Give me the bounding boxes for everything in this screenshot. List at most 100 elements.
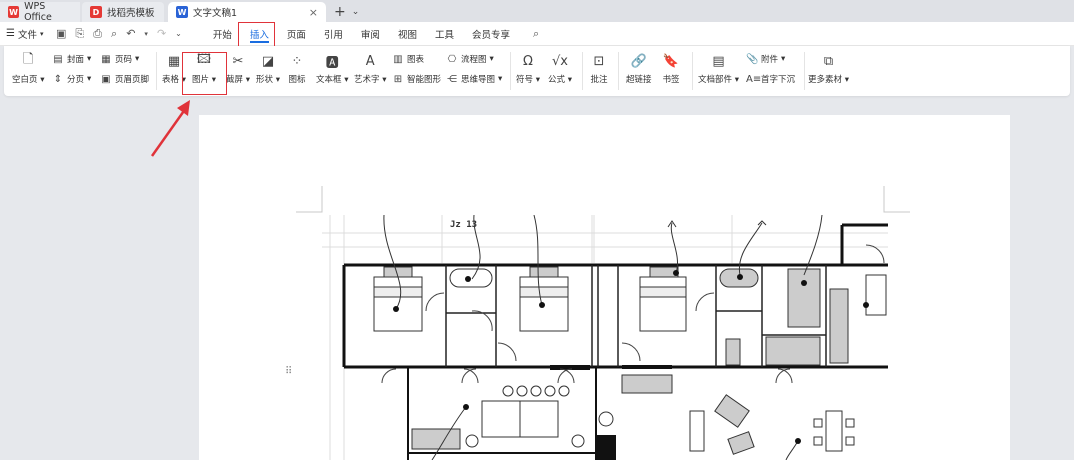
tab-references[interactable]: 引用 [315, 22, 352, 46]
page-number-label: 页码 [115, 55, 133, 65]
cover-icon: ▤ [53, 53, 63, 65]
flowchart-label: 流程图 [461, 55, 487, 65]
close-icon[interactable]: × [309, 6, 318, 19]
ribbon-separator [692, 52, 693, 90]
more-material-button[interactable]: ⧉ 更多素材 ▾ [808, 48, 849, 86]
ribbon-separator [582, 52, 583, 90]
tab-template-label: 找稻壳模板 [107, 8, 155, 19]
print-icon[interactable]: ⎙ [93, 27, 102, 41]
tab-document-label: 文字文稿1 [193, 8, 238, 19]
header-footer-button[interactable]: ▣ 页眉页脚 [100, 73, 150, 86]
blank-page-icon: 🗋 [23, 52, 34, 67]
chart-label: 图表 [407, 55, 425, 65]
icon-button[interactable]: ⁘ 图标 [288, 48, 306, 86]
more-chevron-icon[interactable]: ⌄ [175, 29, 182, 38]
tab-bar: W WPS Office D 找稻壳模板 W 文字文稿1 × + ⌄ [0, 0, 1074, 23]
blank-page-button[interactable]: 🗋 空白页 ▾ [12, 48, 44, 85]
header-footer-label: 页眉页脚 [115, 75, 150, 85]
comment-label: 批注 [590, 75, 608, 85]
ribbon-separator [510, 52, 511, 90]
smartart-label: 智能图形 [407, 75, 442, 85]
ribbon-separator [804, 52, 805, 90]
save-icon[interactable]: ▣ [56, 27, 66, 40]
undo-dropdown-icon[interactable]: ▾ [144, 30, 148, 38]
tab-wps-label: WPS Office [24, 1, 52, 23]
insert-ribbon: 🗋 空白页 ▾ ▤ 封面 ▾ ⇕ 分页 ▾ ▦ 页码 ▾ ▣ 页眉页脚 ▦ 表格… [4, 46, 1070, 96]
doc-parts-label: 文档部件 [698, 75, 733, 85]
cover-label: 封面 [67, 55, 85, 65]
textbox-button[interactable]: 🅰 文本框 ▾ [316, 48, 348, 86]
tab-tools[interactable]: 工具 [426, 22, 463, 46]
drag-handle-icon[interactable]: ⠿ [285, 366, 292, 377]
comment-button[interactable]: ⊡ 批注 [590, 48, 608, 86]
page-break-label: 分页 [67, 75, 85, 85]
hyperlink-button[interactable]: 🔗 超链接 [626, 48, 652, 86]
shape-label: 形状 [256, 75, 274, 85]
textbox-label: 文本框 [316, 75, 342, 85]
dropcap-label: 首字下沉 [761, 75, 796, 85]
attachment-button[interactable]: 📎 附件 ▾ [746, 53, 785, 66]
new-tab-icon[interactable]: + [334, 4, 346, 20]
wordart-label: 艺术字 [354, 75, 380, 85]
tab-member[interactable]: 会员专享 [463, 22, 519, 46]
attachment-label: 附件 [761, 55, 779, 65]
material-icon: ⧉ [823, 53, 834, 69]
screenshot-label: 截屏 [226, 75, 244, 85]
hyperlink-label: 超链接 [626, 75, 652, 85]
page-number-icon: ▦ [101, 53, 111, 65]
symbol-label: 符号 [516, 75, 534, 85]
tab-document[interactable]: W 文字文稿1 × [168, 2, 326, 22]
smartart-icon: ⊞ [393, 73, 403, 85]
tab-template[interactable]: D 找稻壳模板 [82, 2, 164, 22]
mindmap-button[interactable]: ⋲ 思维导图 ▾ [446, 73, 502, 86]
chevron-down-icon[interactable]: ⌄ [352, 7, 360, 17]
mindmap-icon: ⋲ [447, 73, 457, 85]
file-menu-label: 文件 [17, 29, 37, 41]
redo-icon[interactable]: ↷ [157, 27, 166, 40]
more-material-label: 更多素材 [808, 75, 843, 85]
cover-button[interactable]: ▤ 封面 ▾ [52, 53, 91, 66]
smartart-button[interactable]: ⊞ 智能图形 [392, 73, 442, 86]
formula-label: 公式 [548, 75, 566, 85]
doc-parts-icon: ▤ [712, 53, 725, 69]
scissors-icon: ✂ [232, 53, 244, 69]
dropcap-button[interactable]: A≡ 首字下沉 [746, 73, 796, 86]
page-number-button[interactable]: ▦ 页码 ▾ [100, 53, 139, 66]
paperclip-icon: 📎 [746, 53, 759, 65]
doc-parts-button[interactable]: ▤ 文档部件 ▾ [698, 48, 739, 86]
table-icon: ▦ [167, 53, 181, 69]
wordart-button[interactable]: A 艺术字 ▾ [354, 48, 386, 86]
tab-review[interactable]: 审阅 [352, 22, 389, 46]
docer-logo-icon: D [90, 6, 102, 18]
symbol-button[interactable]: Ω 符号 ▾ [516, 48, 540, 86]
link-icon: 🔗 [630, 53, 647, 69]
quick-access-toolbar: ▣ ⎘ ⎙ ⌕ ↶ ▾ ↷ ⌄ [52, 27, 182, 41]
chart-button[interactable]: ▥ 图表 [392, 53, 425, 66]
floor-plan-image[interactable]: Jz 13 [322, 215, 888, 460]
formula-button[interactable]: √x 公式 ▾ [548, 48, 572, 86]
chart-icon: ▥ [393, 53, 403, 65]
tab-page[interactable]: 页面 [278, 22, 315, 46]
flowchart-button[interactable]: ⎔ 流程图 ▾ [446, 53, 494, 66]
search-icon[interactable]: ⌕ [533, 27, 539, 41]
page-break-button[interactable]: ⇕ 分页 ▾ [52, 73, 92, 86]
chevron-down-icon: ▾ [39, 29, 44, 38]
export-pdf-icon[interactable]: ⎘ [75, 27, 84, 41]
dropcap-icon: A≡ [746, 73, 762, 85]
screenshot-button[interactable]: ✂ 截屏 ▾ [226, 48, 250, 86]
print-preview-icon[interactable]: ⌕ [111, 27, 117, 41]
icon-label: 图标 [288, 75, 306, 85]
tab-wps-office[interactable]: W WPS Office [0, 1, 80, 23]
shape-button[interactable]: ◪ 形状 ▾ [256, 48, 280, 86]
tab-view[interactable]: 视图 [389, 22, 426, 46]
flowchart-icon: ⎔ [447, 53, 457, 65]
tab-home[interactable]: 开始 [204, 22, 241, 46]
undo-icon[interactable]: ↶ [126, 27, 135, 40]
bookmark-button[interactable]: 🔖 书签 [662, 48, 680, 86]
ribbon-separator [156, 52, 157, 90]
menu-row: ☰ 文件 ▾ ▣ ⎘ ⎙ ⌕ ↶ ▾ ↷ ⌄ 开始 插入 页面 引用 审阅 视图… [0, 22, 1074, 46]
file-menu[interactable]: ☰ 文件 ▾ [0, 27, 52, 41]
highlight-picture-button [182, 52, 227, 95]
wps-logo-icon: W [8, 6, 20, 18]
bookmark-icon: 🔖 [662, 53, 680, 69]
